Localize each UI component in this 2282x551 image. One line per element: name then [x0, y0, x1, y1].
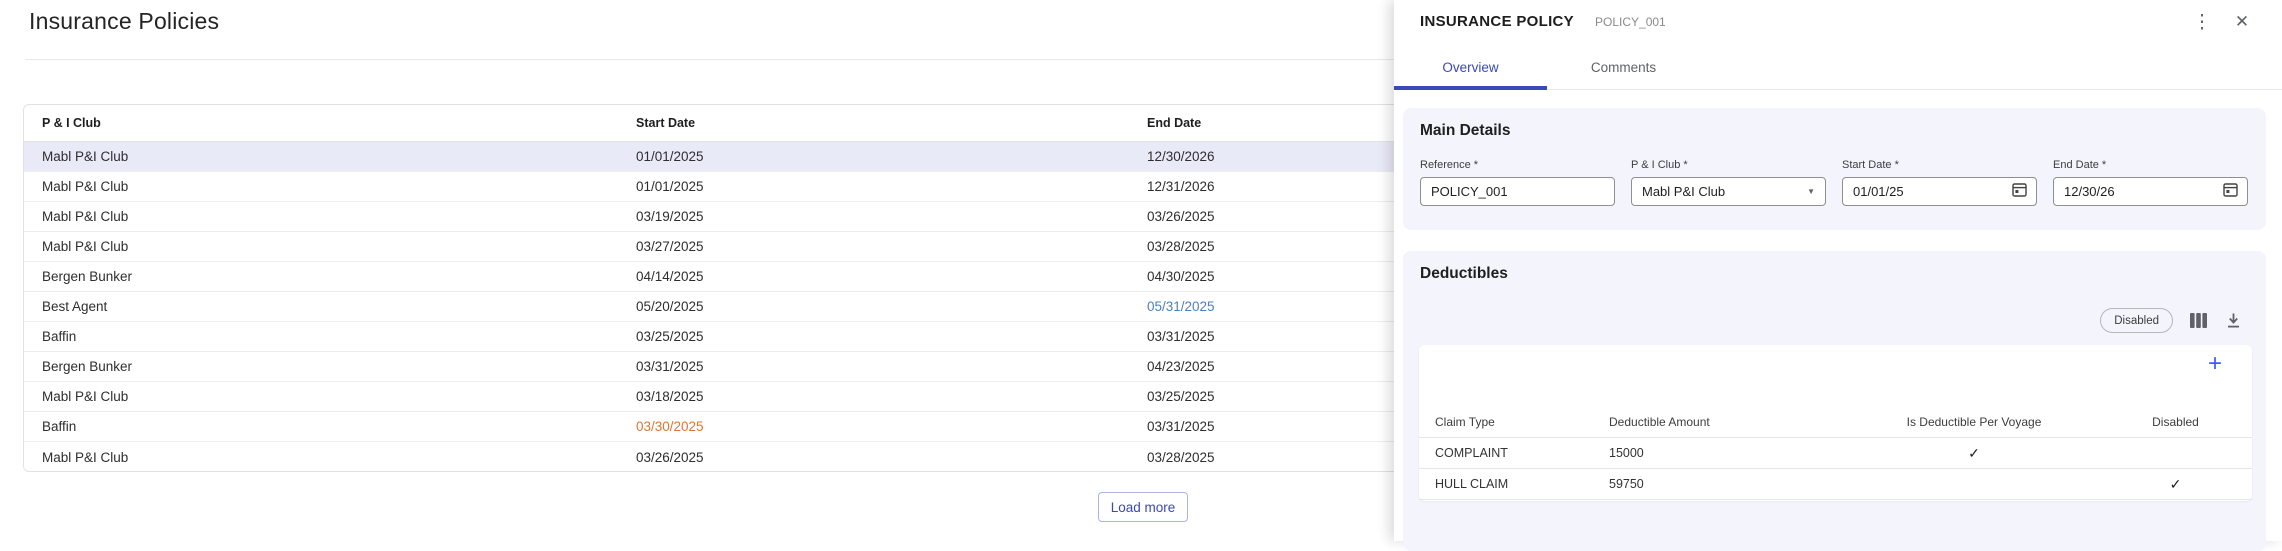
cell-club: Bergen Bunker	[24, 269, 618, 284]
column-header-disabled: Disabled	[2099, 415, 2252, 429]
panel-tabs: Overview Comments	[1394, 44, 2282, 90]
cell-club: Best Agent	[24, 299, 618, 314]
deductible-row[interactable]: COMPLAINT 15000 ✓	[1419, 438, 2252, 469]
cell-club: Mabl P&I Club	[24, 179, 618, 194]
column-header-club: P & I Club	[24, 116, 618, 130]
cell-amount: 59750	[1609, 477, 1849, 491]
page-title: Insurance Policies	[29, 8, 219, 35]
column-header-claim-type: Claim Type	[1419, 415, 1609, 429]
cell-claim-type: COMPLAINT	[1419, 446, 1609, 460]
main-details-heading: Main Details	[1420, 122, 1510, 140]
start-date-field-group: Start Date * 01/01/25	[1842, 159, 2037, 206]
column-header-per-voyage: Is Deductible Per Voyage	[1849, 415, 2099, 429]
cell-amount: 15000	[1609, 446, 1849, 460]
cell-start-date: 03/19/2025	[618, 209, 1129, 224]
cell-start-date-highlighted: 03/30/2025	[618, 419, 1129, 434]
cell-club: Mabl P&I Club	[24, 389, 618, 404]
column-header-start-date: Start Date	[618, 116, 1129, 130]
deductibles-heading: Deductibles	[1420, 265, 1508, 283]
club-select-value: Mabl P&I Club	[1632, 184, 1825, 199]
calendar-icon[interactable]	[2011, 181, 2028, 203]
load-more-button[interactable]: Load more	[1098, 492, 1188, 522]
panel-title: INSURANCE POLICY	[1420, 13, 1574, 30]
cell-club: Baffin	[24, 419, 618, 434]
reference-input[interactable]	[1421, 178, 1614, 205]
policy-reference-badge: POLICY_001	[1595, 15, 1666, 29]
end-date-field-group: End Date * 12/30/26	[2053, 159, 2248, 206]
start-date-label: Start Date *	[1842, 159, 2037, 171]
cell-start-date: 03/25/2025	[618, 329, 1129, 344]
kebab-menu-icon[interactable]: ⋮	[2188, 10, 2216, 34]
deductibles-table-header: Claim Type Deductible Amount Is Deductib…	[1419, 407, 2252, 438]
cell-start-date: 03/26/2025	[618, 450, 1129, 465]
cell-club: Mabl P&I Club	[24, 209, 618, 224]
main-details-section: Main Details Reference * P & I Club * Ma…	[1403, 108, 2266, 230]
check-icon: ✓	[1849, 445, 2099, 462]
cell-club: Mabl P&I Club	[24, 239, 618, 254]
end-date-value: 12/30/26	[2054, 184, 2247, 199]
deductibles-table-card: + Claim Type Deductible Amount Is Deduct…	[1419, 345, 2252, 501]
calendar-icon[interactable]	[2222, 181, 2239, 203]
end-date-label: End Date *	[2053, 159, 2248, 171]
start-date-value: 01/01/25	[1843, 184, 2036, 199]
column-header-deductible-amount: Deductible Amount	[1609, 415, 1849, 429]
cell-start-date: 01/01/2025	[618, 149, 1129, 164]
cell-claim-type: HULL CLAIM	[1419, 477, 1609, 491]
tab-comments[interactable]: Comments	[1547, 44, 1700, 90]
club-select[interactable]: Mabl P&I Club ▼	[1631, 177, 1826, 206]
deductibles-toolbar: Disabled	[2100, 308, 2243, 333]
reference-field-group: Reference *	[1420, 159, 1615, 206]
main-details-fields: Reference * P & I Club * Mabl P&I Club ▼…	[1420, 159, 2248, 206]
insurance-policy-panel: INSURANCE POLICY POLICY_001 ⋮ ✕ Overview…	[1394, 0, 2282, 541]
check-icon: ✓	[2099, 476, 2252, 493]
end-date-input[interactable]: 12/30/26	[2053, 177, 2248, 206]
download-icon[interactable]	[2223, 311, 2243, 331]
cell-club: Baffin	[24, 329, 618, 344]
cell-start-date: 04/14/2025	[618, 269, 1129, 284]
close-icon[interactable]: ✕	[2228, 10, 2256, 34]
panel-header: INSURANCE POLICY POLICY_001 ⋮ ✕	[1394, 0, 2282, 44]
add-deductible-button[interactable]: +	[2200, 349, 2230, 379]
cell-start-date: 05/20/2025	[618, 299, 1129, 314]
start-date-input[interactable]: 01/01/25	[1842, 177, 2037, 206]
active-tab-indicator	[1394, 86, 1547, 90]
chevron-down-icon: ▼	[1807, 187, 1815, 196]
club-label: P & I Club *	[1631, 159, 1826, 171]
disabled-filter-chip[interactable]: Disabled	[2100, 308, 2173, 333]
deductibles-section: Deductibles Disabled + Claim Type Deduct…	[1403, 251, 2266, 551]
cell-start-date: 03/18/2025	[618, 389, 1129, 404]
reference-label: Reference *	[1420, 159, 1615, 171]
cell-start-date: 03/27/2025	[618, 239, 1129, 254]
cell-start-date: 01/01/2025	[618, 179, 1129, 194]
deductible-row[interactable]: HULL CLAIM 59750 ✓	[1419, 469, 2252, 500]
columns-icon[interactable]	[2188, 311, 2208, 331]
deductibles-table: Claim Type Deductible Amount Is Deductib…	[1419, 407, 2252, 500]
cell-club: Mabl P&I Club	[24, 149, 618, 164]
cell-club: Bergen Bunker	[24, 359, 618, 374]
cell-start-date: 03/31/2025	[618, 359, 1129, 374]
cell-club: Mabl P&I Club	[24, 450, 618, 465]
tab-overview[interactable]: Overview	[1394, 44, 1547, 90]
club-field-group: P & I Club * Mabl P&I Club ▼	[1631, 159, 1826, 206]
